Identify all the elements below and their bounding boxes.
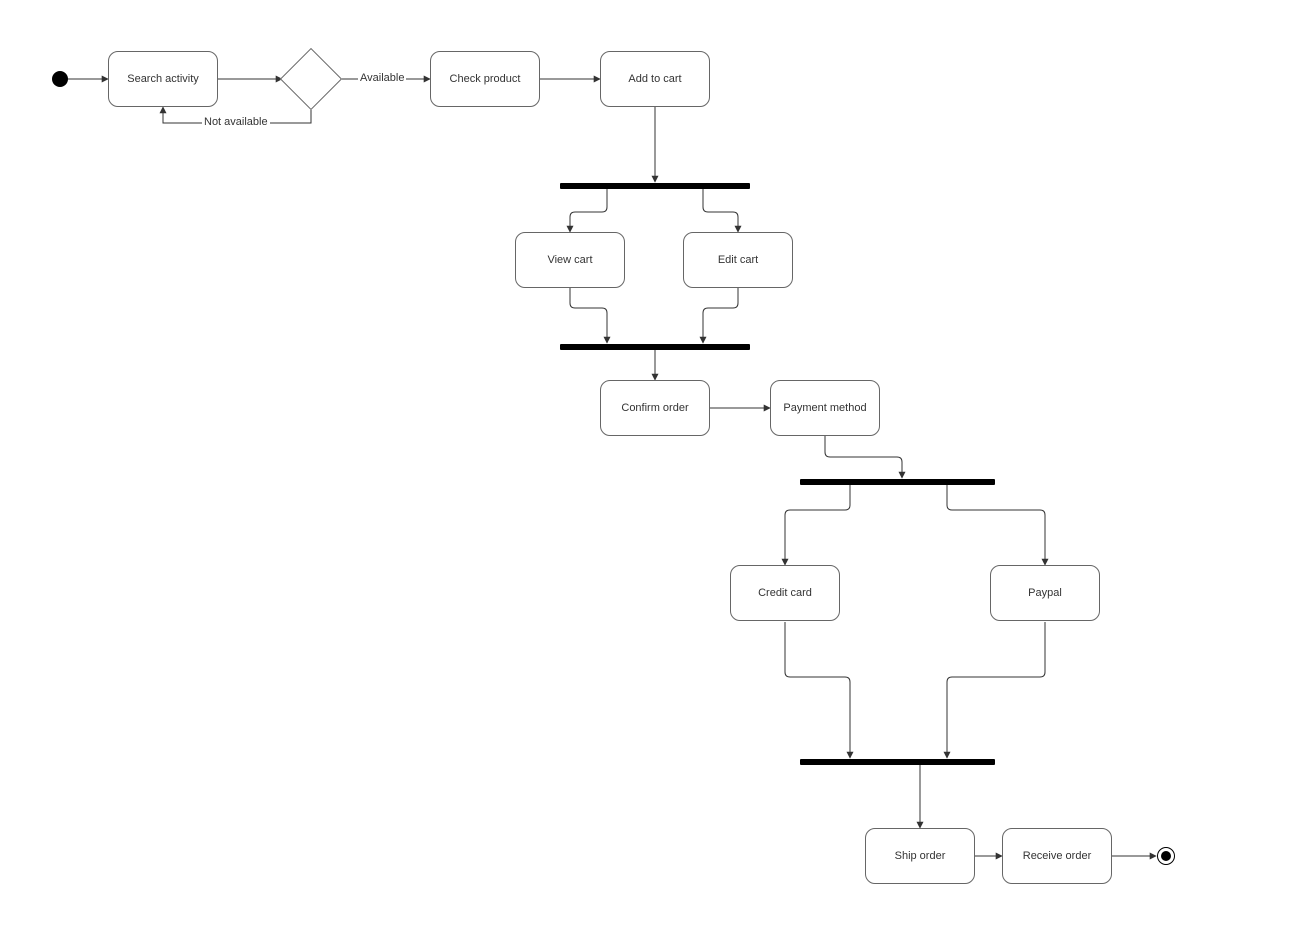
activity-payment-method: Payment method bbox=[770, 380, 880, 436]
activity-diagram: Search activity Available Not available … bbox=[0, 0, 1292, 932]
activity-label: Ship order bbox=[895, 850, 946, 862]
fork-bar-1 bbox=[560, 183, 750, 189]
activity-label: View cart bbox=[547, 254, 592, 266]
activity-label: Payment method bbox=[783, 402, 866, 414]
activity-add-to-cart: Add to cart bbox=[600, 51, 710, 107]
activity-label: Confirm order bbox=[621, 402, 688, 414]
final-node bbox=[1157, 847, 1175, 865]
decision-availability bbox=[280, 48, 342, 110]
fork-bar-2 bbox=[800, 479, 995, 485]
activity-paypal: Paypal bbox=[990, 565, 1100, 621]
activity-credit-card: Credit card bbox=[730, 565, 840, 621]
edge-label-available: Available bbox=[358, 72, 406, 84]
activity-label: Add to cart bbox=[628, 73, 681, 85]
activity-label: Receive order bbox=[1023, 850, 1091, 862]
activity-view-cart: View cart bbox=[515, 232, 625, 288]
activity-label: Credit card bbox=[758, 587, 812, 599]
initial-node bbox=[52, 71, 68, 87]
activity-label: Edit cart bbox=[718, 254, 758, 266]
activity-label: Paypal bbox=[1028, 587, 1062, 599]
activity-edit-cart: Edit cart bbox=[683, 232, 793, 288]
activity-ship-order: Ship order bbox=[865, 828, 975, 884]
join-bar-2 bbox=[800, 759, 995, 765]
activity-label: Check product bbox=[450, 73, 521, 85]
edge-label-not-available: Not available bbox=[202, 116, 270, 128]
activity-check-product: Check product bbox=[430, 51, 540, 107]
activity-confirm-order: Confirm order bbox=[600, 380, 710, 436]
activity-search: Search activity bbox=[108, 51, 218, 107]
edges-layer bbox=[0, 0, 1292, 932]
activity-receive-order: Receive order bbox=[1002, 828, 1112, 884]
activity-label: Search activity bbox=[127, 73, 199, 85]
join-bar-1 bbox=[560, 344, 750, 350]
